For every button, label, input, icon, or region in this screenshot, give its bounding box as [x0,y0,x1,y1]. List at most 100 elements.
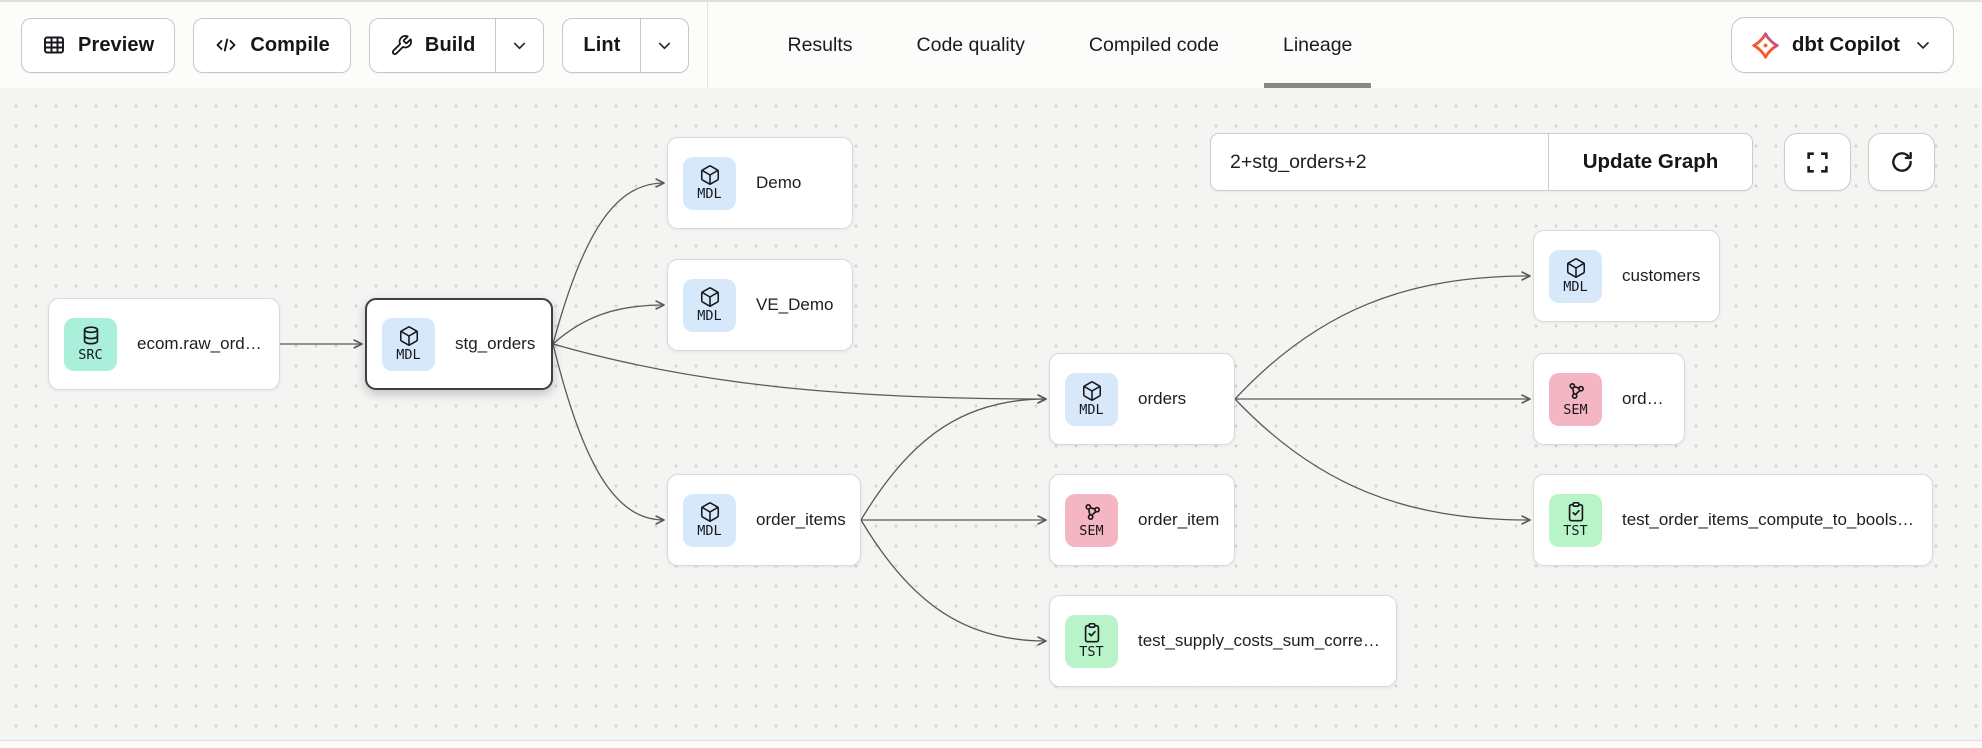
fullscreen-icon [1805,150,1830,175]
tab-compiled-code[interactable]: Compiled code [1068,2,1240,88]
result-tabs: Results Code quality Compiled code Lineage [766,2,1373,88]
lineage-node-ecom_raw_orders[interactable]: SRC ecom.raw_orders [48,298,280,390]
lineage-node-orders_mdl[interactable]: MDL orders [1049,353,1235,445]
node-type-label: MDL [1563,280,1587,294]
selector-box: 2+stg_orders+2 Update Graph [1210,133,1753,191]
test-icon [1565,501,1587,523]
node-label: VE_Demo [756,295,847,315]
build-dropdown-toggle[interactable] [495,19,543,72]
edge-stg_orders-to-ve_demo [553,305,664,344]
build-split-button: Build [369,18,545,73]
preview-button[interactable]: Preview [21,18,175,73]
edge-orders_mdl-to-test_order_items [1235,399,1530,520]
compile-button[interactable]: Compile [193,18,351,73]
node-type-badge-tst: TST [1065,615,1118,668]
node-label: Demo [756,173,815,193]
cube-icon [1081,380,1103,402]
semantic-model-icon [1081,501,1103,523]
lineage-node-demo[interactable]: MDL Demo [667,137,853,229]
node-label: customers [1622,266,1714,286]
cube-icon [398,325,420,347]
node-type-label: MDL [1079,403,1103,417]
node-type-label: MDL [697,187,721,201]
graph-controls: 2+stg_orders+2 Update Graph [1210,133,1753,191]
refresh-button[interactable] [1868,133,1935,191]
node-type-label: SEM [1563,403,1587,417]
node-label: order_items [756,510,860,530]
edge-order_items-to-test_supply_costs [861,520,1046,641]
node-label: stg_orders [455,334,549,354]
table-icon [42,33,66,57]
node-type-badge-mdl: MDL [1065,373,1118,426]
node-type-label: SRC [78,348,102,362]
lineage-node-order_item[interactable]: SEM order_item [1049,474,1235,566]
semantic-model-icon [1565,380,1587,402]
node-type-label: MDL [697,524,721,538]
node-type-badge-sem: SEM [1065,494,1118,547]
header-bar: Preview Compile [0,0,1982,88]
node-label: orders [1622,389,1684,409]
cube-icon [699,164,721,186]
node-label: order_item [1138,510,1233,530]
node-type-label: TST [1563,524,1587,538]
lineage-node-test_order_items[interactable]: TST test_order_items_compute_to_bools_c..… [1533,474,1933,566]
update-graph-button[interactable]: Update Graph [1548,134,1752,190]
node-type-badge-sem: SEM [1549,373,1602,426]
wrench-icon [390,34,413,57]
lineage-selector-input[interactable]: 2+stg_orders+2 [1211,134,1548,190]
header-right: dbt Copilot [1731,17,1954,73]
node-label: ecom.raw_orders [137,334,279,354]
node-type-badge-tst: TST [1549,494,1602,547]
build-button-label: Build [425,34,476,57]
compile-button-label: Compile [250,34,330,57]
test-icon [1081,622,1103,644]
lineage-node-customers[interactable]: MDL customers [1533,230,1720,322]
edge-stg_orders-to-demo [553,183,664,344]
fullscreen-button[interactable] [1784,133,1851,191]
tab-code-quality[interactable]: Code quality [896,2,1046,88]
node-label: test_order_items_compute_to_bools_c... [1622,510,1932,530]
node-type-label: MDL [697,309,721,323]
chevron-down-icon [510,36,529,55]
preview-button-label: Preview [78,34,154,57]
node-type-badge-mdl: MDL [683,279,736,332]
node-type-label: SEM [1079,524,1103,538]
cube-icon [699,286,721,308]
lint-dropdown-toggle[interactable] [640,19,688,72]
cube-icon [1565,257,1587,279]
node-type-badge-src: SRC [64,318,117,371]
lineage-node-orders_sem[interactable]: SEM orders [1533,353,1685,445]
edge-order_items-to-orders_mdl [861,399,1046,520]
dbt-copilot-label: dbt Copilot [1792,33,1900,57]
action-toolbar: Preview Compile [0,2,689,88]
lineage-node-order_items[interactable]: MDL order_items [667,474,861,566]
node-type-label: TST [1079,645,1103,659]
toolbar-tabs-divider [707,1,708,89]
edge-orders_mdl-to-customers [1235,276,1530,399]
lint-split-button: Lint [562,18,689,73]
node-label: orders [1138,389,1200,409]
code-icon [214,33,238,57]
lineage-node-ve_demo[interactable]: MDL VE_Demo [667,259,853,351]
chevron-down-icon [655,36,674,55]
lineage-node-stg_orders[interactable]: MDL stg_orders [365,298,553,390]
node-type-badge-mdl: MDL [382,318,435,371]
dbt-copilot-button[interactable]: dbt Copilot [1731,17,1954,73]
chevron-down-icon [1913,35,1933,55]
lint-button-label: Lint [583,34,620,57]
node-type-badge-mdl: MDL [683,494,736,547]
node-type-label: MDL [396,348,420,362]
node-type-badge-mdl: MDL [1549,250,1602,303]
lint-button[interactable]: Lint [563,19,640,72]
dbt-logo-icon [1752,32,1779,59]
node-type-badge-mdl: MDL [683,157,736,210]
build-button[interactable]: Build [370,19,496,72]
database-icon [80,325,102,347]
refresh-icon [1889,149,1915,175]
edge-stg_orders-to-order_items [553,344,664,520]
lineage-node-test_supply_costs[interactable]: TSTtest_supply_costs_sum_correctly [1049,595,1397,687]
bottom-strip [0,740,1982,748]
tab-results[interactable]: Results [766,2,873,88]
tab-lineage[interactable]: Lineage [1262,2,1373,88]
cube-icon [699,501,721,523]
